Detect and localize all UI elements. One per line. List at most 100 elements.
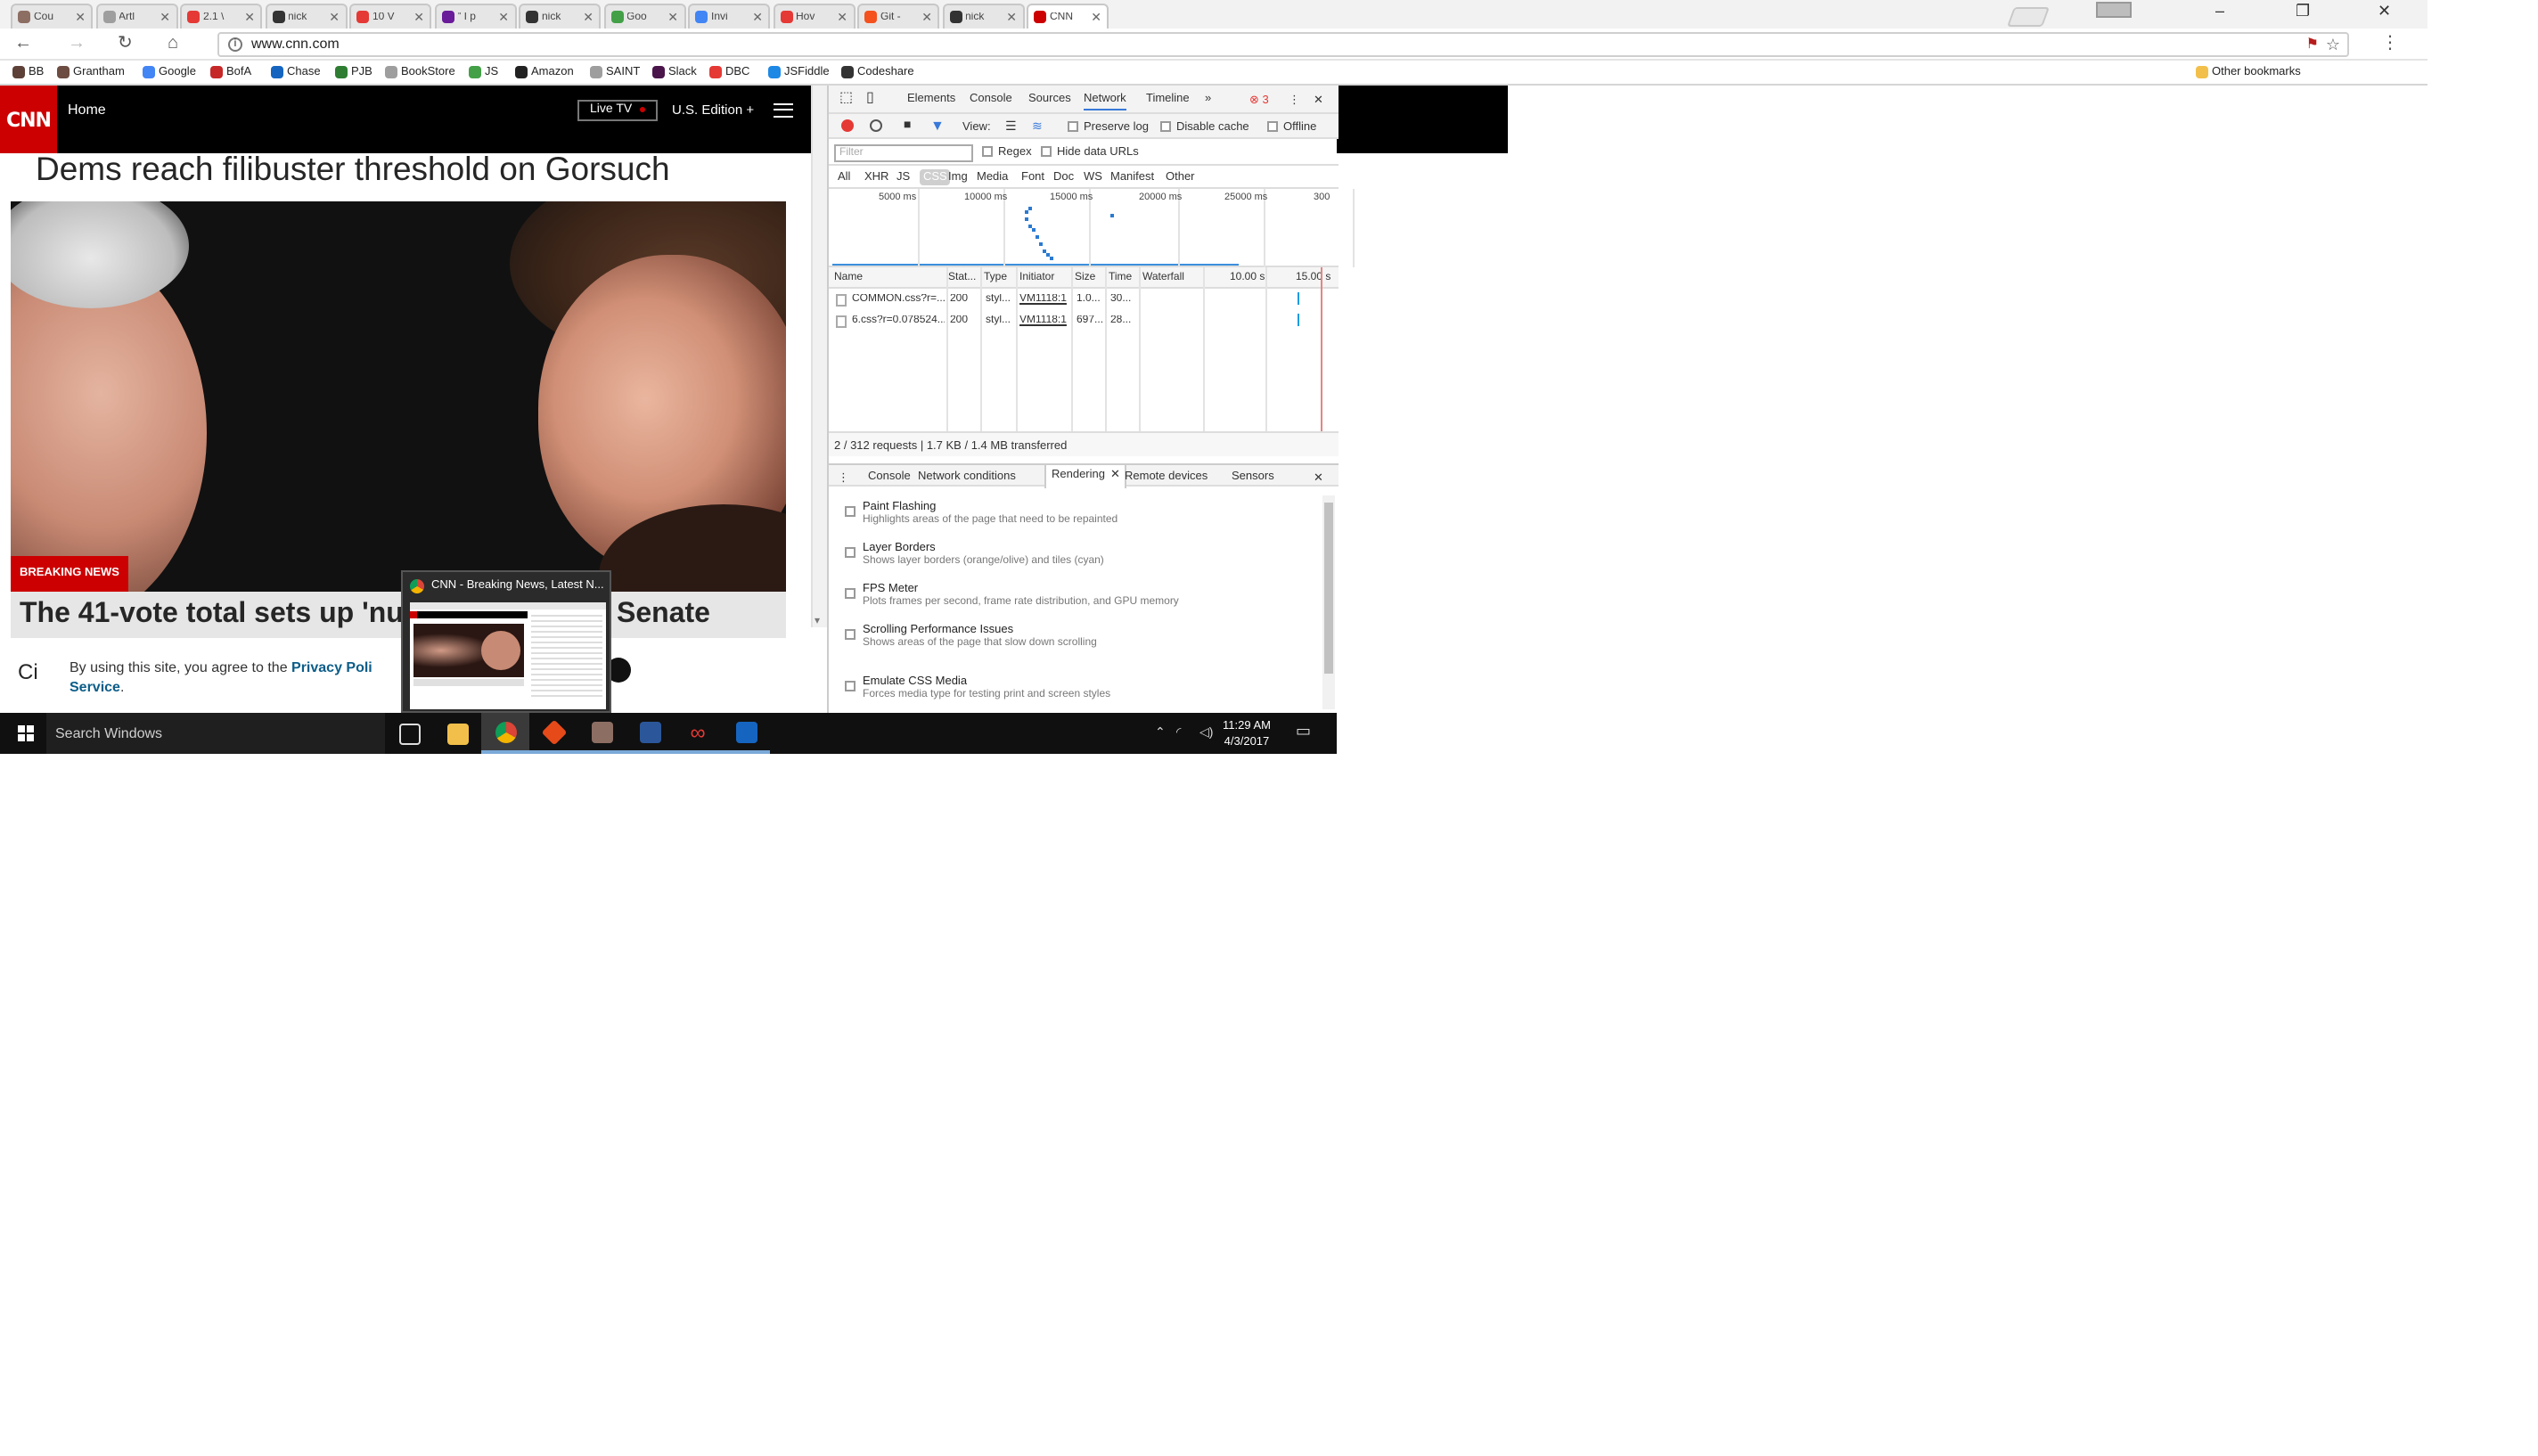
- hide-data-urls-toggle[interactable]: Hide data URLs: [1041, 146, 1139, 159]
- devtools-menu-icon[interactable]: ⋮: [1289, 93, 1300, 107]
- preserve-log-toggle[interactable]: Preserve log: [1068, 121, 1149, 134]
- devtools-close-icon[interactable]: ✕: [1314, 93, 1323, 107]
- overview-icon[interactable]: ≋: [1032, 119, 1043, 134]
- type-filter-manifest[interactable]: Manifest: [1110, 171, 1154, 184]
- star-icon[interactable]: ☆: [2326, 34, 2340, 55]
- type-filter-other[interactable]: Other: [1166, 171, 1195, 184]
- bookmark-item[interactable]: Slack: [652, 66, 697, 78]
- disable-cache-checkbox[interactable]: [1160, 121, 1171, 133]
- browser-tab[interactable]: Git - ✕: [857, 4, 939, 29]
- rendering-option-checkbox[interactable]: [845, 506, 856, 517]
- new-tab-button[interactable]: [2006, 7, 2051, 27]
- taskbar-clock[interactable]: 11:29 AM 4/3/2017: [1223, 718, 1271, 750]
- tab-close-icon[interactable]: ✕: [752, 10, 763, 24]
- more-tabs-icon[interactable]: »: [1205, 93, 1211, 105]
- filter-input[interactable]: Filter: [834, 144, 973, 162]
- browser-tab[interactable]: Cou ✕: [11, 4, 93, 29]
- drawer-close-icon[interactable]: ✕: [1314, 470, 1323, 485]
- menu-kebab-icon[interactable]: ⋮: [2381, 34, 2399, 53]
- tab-network[interactable]: Network: [1084, 93, 1126, 110]
- bookmark-item[interactable]: Codeshare: [841, 66, 914, 78]
- type-filter-all[interactable]: All: [838, 171, 850, 184]
- tab-console[interactable]: Console: [970, 93, 1012, 105]
- cnn-logo[interactable]: CNN: [0, 86, 57, 153]
- browser-tab[interactable]: Hov ✕: [773, 4, 855, 29]
- browser-tab[interactable]: 2.1 \ ✕: [180, 4, 262, 29]
- bookmark-item[interactable]: JSFiddle: [768, 66, 830, 78]
- drawer-tab-network-conditions[interactable]: Network conditions: [918, 470, 1016, 483]
- bookmark-item[interactable]: BB: [12, 66, 44, 78]
- regex-toggle[interactable]: Regex: [982, 146, 1032, 159]
- windows-start-icon[interactable]: [18, 725, 36, 743]
- nav-home-link[interactable]: Home: [68, 102, 106, 118]
- address-bar[interactable]: i www.cnn.com ☆ ⚑: [217, 32, 2349, 57]
- taskbar-word[interactable]: [626, 713, 674, 754]
- taskbar-chrome[interactable]: [481, 713, 529, 754]
- tab-close-icon[interactable]: ✕: [1091, 10, 1101, 24]
- volume-icon[interactable]: ◁): [1199, 725, 1213, 740]
- type-filter-ws[interactable]: WS: [1084, 171, 1102, 184]
- capture-screenshots-icon[interactable]: ■: [904, 119, 911, 132]
- tab-close-icon[interactable]: ✕: [583, 10, 594, 24]
- drawer-tab-rendering[interactable]: Rendering ✕: [1044, 465, 1127, 488]
- taskbar-app-infinity[interactable]: ∞: [674, 713, 722, 754]
- story-text-right[interactable]: Senate: [617, 599, 710, 631]
- action-center-icon[interactable]: ▭: [1296, 722, 1311, 741]
- regex-checkbox[interactable]: [982, 146, 993, 158]
- preview-thumbnail[interactable]: [410, 602, 606, 709]
- back-icon[interactable]: ←: [14, 34, 32, 53]
- bookmark-item[interactable]: BookStore: [385, 66, 455, 78]
- site-info-icon[interactable]: i: [228, 37, 242, 52]
- column-header[interactable]: Time: [1109, 273, 1132, 283]
- browser-tab[interactable]: Goo ✕: [603, 4, 685, 29]
- bookmark-item[interactable]: DBC: [709, 66, 749, 78]
- request-row[interactable]: COMMON.css?r=... 200 styl... VM1118:1 1.0...…: [829, 289, 1141, 310]
- column-header[interactable]: Stat...: [948, 273, 976, 283]
- drawer-scrollbar[interactable]: [1322, 495, 1335, 709]
- large-rows-icon[interactable]: ☰: [1005, 119, 1017, 134]
- drawer-tab-sensors[interactable]: Sensors: [1232, 470, 1274, 483]
- type-filter-media[interactable]: Media: [977, 171, 1008, 184]
- bookmark-item[interactable]: Grantham: [57, 66, 125, 78]
- device-toolbar-icon[interactable]: ▯: [866, 89, 874, 105]
- story-text-left[interactable]: The 41-vote total sets up 'nu: [20, 599, 404, 631]
- browser-tab[interactable]: nick ✕: [265, 4, 347, 29]
- column-header[interactable]: Initiator: [1019, 273, 1054, 283]
- tab-elements[interactable]: Elements: [907, 93, 955, 105]
- minimize-icon[interactable]: –: [2215, 2, 2224, 20]
- filter-icon[interactable]: ▼: [930, 118, 945, 134]
- wifi-icon[interactable]: ◜: [1176, 725, 1181, 740]
- extension-icon[interactable]: ⚑: [2306, 34, 2319, 55]
- type-filter-js[interactable]: JS: [896, 171, 910, 184]
- offline-toggle[interactable]: Offline: [1267, 121, 1316, 134]
- column-header[interactable]: Size: [1075, 273, 1095, 283]
- tab-close-icon[interactable]: ✕: [160, 10, 170, 24]
- tab-close-icon[interactable]: ✕: [921, 10, 932, 24]
- browser-tab[interactable]: nick ✕: [519, 4, 601, 29]
- close-window-icon[interactable]: ✕: [2378, 2, 2391, 21]
- taskbar-photo-app[interactable]: [577, 713, 626, 754]
- rendering-option[interactable]: FPS Meter Plots frames per second, frame …: [845, 583, 1317, 608]
- rendering-option[interactable]: Paint Flashing Highlights areas of the pa…: [845, 501, 1317, 526]
- profile-chip[interactable]: [2096, 2, 2132, 18]
- network-overview[interactable]: 5000 ms 10000 ms 15000 ms 20000 ms 25000 ms 3…: [829, 189, 1355, 267]
- browser-tab[interactable]: 10 V ✕: [349, 4, 431, 29]
- edition-selector[interactable]: U.S. Edition +: [672, 102, 754, 118]
- bookmark-item[interactable]: BofA: [210, 66, 251, 78]
- column-header[interactable]: 10.00 s: [1230, 273, 1265, 283]
- clear-icon[interactable]: [870, 119, 882, 132]
- disable-cache-toggle[interactable]: Disable cache: [1160, 121, 1249, 134]
- tab-close-icon[interactable]: ✕: [413, 10, 424, 24]
- column-header[interactable]: Type: [984, 273, 1007, 283]
- tab-close-icon[interactable]: ✕: [837, 10, 847, 24]
- home-icon[interactable]: ⌂: [168, 34, 178, 53]
- rendering-option[interactable]: Layer Borders Shows layer borders (orange…: [845, 542, 1317, 567]
- rendering-option-checkbox[interactable]: [845, 547, 856, 558]
- browser-tab[interactable]: nick ✕: [942, 4, 1024, 29]
- cell-initiator[interactable]: VM1118:1: [1019, 294, 1069, 305]
- privacy-policy-link[interactable]: Privacy Poli: [291, 659, 373, 675]
- scroll-down-icon[interactable]: ▾: [815, 615, 820, 627]
- offline-checkbox[interactable]: [1267, 121, 1278, 133]
- taskbar-window-preview[interactable]: CNN - Breaking News, Latest N...: [401, 570, 611, 713]
- tab-close-icon[interactable]: ✕: [1006, 10, 1017, 24]
